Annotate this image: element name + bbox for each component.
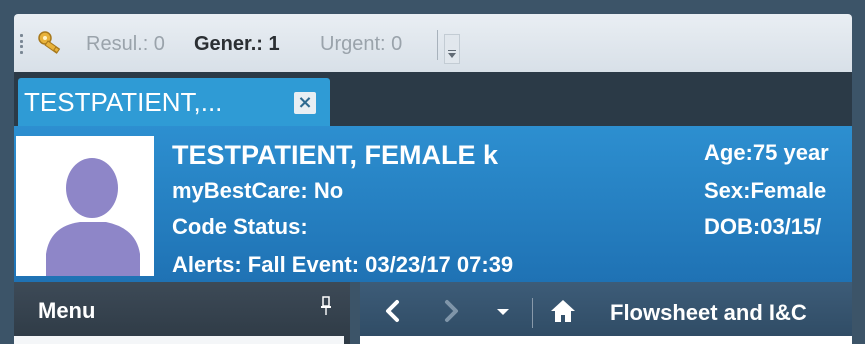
tab-patient-label: TESTPATIENT,... xyxy=(24,87,223,117)
avatar xyxy=(16,136,154,276)
general-count[interactable]: Gener.: 1 xyxy=(194,33,280,56)
key-icon[interactable] xyxy=(36,30,66,56)
toolbar-overflow-dropdown[interactable] xyxy=(444,34,460,64)
pin-icon[interactable] xyxy=(320,296,332,316)
tab-patient[interactable]: TESTPATIENT,... × xyxy=(18,78,330,126)
urgent-count[interactable]: Urgent: 0 xyxy=(320,33,402,56)
menu-title: Menu xyxy=(38,298,96,323)
content-area xyxy=(360,336,852,344)
dropdown-arrow-icon[interactable] xyxy=(488,296,518,326)
results-count[interactable]: Resul.: 0 xyxy=(86,33,165,56)
content-navigation-bar: Flowsheet and I&C xyxy=(360,282,852,344)
forward-arrow-icon[interactable] xyxy=(436,296,466,326)
code-status: Code Status: xyxy=(172,214,308,239)
close-icon[interactable]: × xyxy=(294,92,316,114)
home-icon[interactable] xyxy=(548,296,578,326)
patient-banner: TESTPATIENT, FEMALE k myBestCare: No Cod… xyxy=(14,126,852,282)
menu-panel-header: Menu xyxy=(14,282,350,344)
back-arrow-icon[interactable] xyxy=(378,296,408,326)
message-toolbar: Resul.: 0 Gener.: 1 Urgent: 0 xyxy=(14,14,852,72)
toolbar-separator xyxy=(437,30,438,60)
patient-tab-strip: TESTPATIENT,... × xyxy=(14,72,852,126)
window-clip: Resul.: 0 Gener.: 1 Urgent: 0 TESTPATIEN… xyxy=(0,0,852,344)
menu-panel-body xyxy=(14,336,344,344)
patient-dob: DOB:03/15/ xyxy=(704,214,822,239)
page-title: Flowsheet and I&C xyxy=(610,300,807,325)
patient-sex: Sex:Female xyxy=(704,178,827,203)
mybestcare-status: myBestCare: No xyxy=(172,178,344,203)
toolbar-grip-handle[interactable] xyxy=(20,34,24,54)
nav-separator xyxy=(532,298,533,328)
application-window: Resul.: 0 Gener.: 1 Urgent: 0 TESTPATIEN… xyxy=(0,0,865,344)
patient-name: TESTPATIENT, FEMALE k xyxy=(172,140,499,170)
patient-age: Age:75 year xyxy=(704,140,829,165)
alerts-line[interactable]: Alerts: Fall Event: 03/23/17 07:39 xyxy=(172,252,513,278)
